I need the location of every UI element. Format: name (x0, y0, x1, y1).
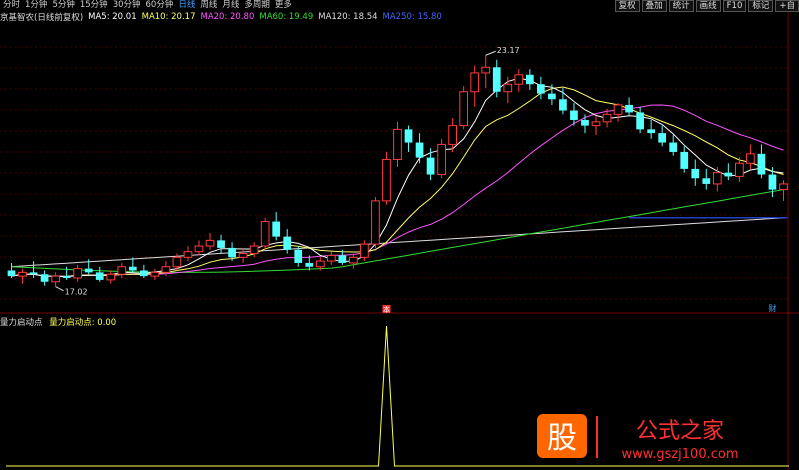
candle-body (779, 183, 788, 191)
candle-body (459, 91, 469, 127)
candle-body (228, 247, 236, 258)
watermark-logo: 股 (547, 421, 577, 456)
candle-body (205, 239, 215, 247)
candle-body (724, 172, 733, 177)
candle-body (559, 99, 567, 111)
candle-body (62, 276, 71, 279)
candle-body (238, 253, 248, 258)
event-marker-label: 本 (383, 305, 390, 314)
candle-body (768, 174, 777, 190)
candle-body (393, 128, 402, 160)
candle-body (161, 266, 171, 273)
ma5-line (11, 77, 784, 278)
candle-body (691, 168, 700, 179)
candle-body (658, 133, 667, 143)
candle-body (525, 74, 534, 85)
candle-body (73, 268, 83, 279)
candle-body (470, 72, 480, 93)
candle-body (735, 162, 744, 177)
candle-body (757, 153, 766, 175)
candle-body (283, 236, 292, 250)
candle-body (448, 125, 458, 145)
candle-body (217, 240, 225, 248)
candle-body (315, 260, 325, 268)
ma10-line (11, 86, 784, 277)
candle-body (305, 262, 314, 267)
candle-body (503, 83, 513, 93)
ma120-line (11, 217, 784, 268)
candle-body (326, 254, 336, 262)
candle-body (194, 245, 204, 253)
candle-body (95, 272, 104, 280)
candle-body (349, 256, 358, 264)
candle-body (636, 112, 644, 130)
candle-body (249, 245, 259, 255)
candle-body (18, 271, 27, 277)
candle-body (625, 104, 633, 113)
candle-body (702, 178, 711, 184)
candle-body (150, 271, 160, 277)
candle-body (371, 200, 380, 245)
candle-body (172, 256, 182, 268)
kline-chart[interactable]: 23.17 17.02 本 财 (0, 0, 799, 470)
candle-body (29, 272, 38, 275)
ma60-line (11, 189, 784, 273)
candle-body (613, 104, 623, 115)
candle-body (746, 153, 755, 164)
candle-body (139, 270, 148, 277)
candle-body (680, 151, 689, 169)
watermark-text: 公式之家 (636, 419, 724, 444)
candle-body (669, 142, 678, 152)
candle-body (591, 121, 601, 127)
candle-body (382, 158, 391, 202)
candle-body (338, 255, 347, 263)
candle-body (360, 243, 369, 258)
watermark: 股 公式之家 www.gszj100.com (535, 410, 765, 468)
candle-body (426, 157, 435, 175)
candle-body (106, 273, 116, 281)
candle-body (84, 268, 93, 273)
watermark-url: www.gszj100.com (621, 447, 738, 462)
candle-body (40, 274, 49, 282)
candle-body (712, 172, 722, 185)
event-marker-label-2: 财 (768, 303, 776, 313)
low-label: 17.02 (65, 288, 88, 297)
candle-body (404, 129, 413, 143)
candle-body (437, 143, 446, 176)
high-pointer (485, 50, 496, 56)
candle-body (415, 142, 424, 158)
candle-body (570, 110, 578, 120)
candle-body (128, 266, 137, 271)
candle-body (514, 74, 524, 85)
candle-body (51, 275, 60, 283)
high-label: 23.17 (497, 46, 520, 55)
candle-body (7, 270, 16, 277)
candle-body (581, 119, 589, 126)
candle-body (548, 93, 556, 100)
candle-body (183, 251, 193, 258)
low-pointer (55, 286, 64, 292)
candle-body (260, 221, 270, 247)
candle-body (647, 129, 656, 134)
candle-body (117, 266, 127, 275)
candle-body (537, 84, 545, 94)
candle-body (492, 67, 501, 92)
candle-body (272, 221, 281, 237)
candle-body (294, 249, 303, 263)
candle-body (602, 113, 612, 123)
candle-body (481, 66, 491, 74)
